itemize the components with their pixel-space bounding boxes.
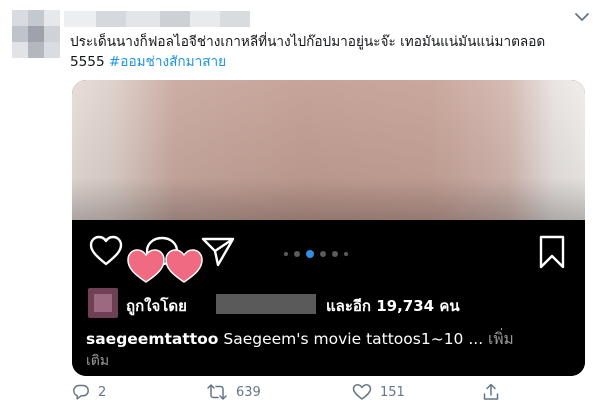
tweet-text-laugh: 5555 <box>70 54 109 70</box>
liked-by-count: และอีก 19,734 คน <box>326 297 460 315</box>
instagram-embed-panel: ถูกใจโดย และอีก 19,734 คน saegeemtattoo … <box>72 220 585 376</box>
reply-icon <box>73 384 89 400</box>
retweet-button[interactable]: 639 <box>206 378 261 406</box>
carousel-dot-active <box>306 250 314 258</box>
like-icon <box>352 384 372 400</box>
caption-username: saegeemtattoo <box>86 330 219 348</box>
liker-name-blurred <box>216 294 316 314</box>
hashtag-link[interactable]: #ออมช่างสักมาสาย <box>109 54 226 70</box>
instagram-caption: saegeemtattoo Saegeem's movie tattoos1~1… <box>86 326 576 351</box>
author-avatar[interactable] <box>12 10 60 58</box>
like-count: 151 <box>380 384 405 400</box>
share-up-icon <box>483 383 499 400</box>
liked-by-prefix: ถูกใจโดย <box>126 297 187 315</box>
retweet-count: 639 <box>236 384 261 400</box>
bookmark-icon <box>539 235 565 269</box>
author-name-blurred[interactable] <box>64 11 250 27</box>
caption-text: Saegeem's movie tattoos1~10 ... <box>218 330 489 348</box>
chevron-down-icon[interactable] <box>572 8 592 26</box>
reply-button[interactable]: 2 <box>72 378 106 406</box>
likes-row: ถูกใจโดย และอีก 19,734 คน <box>86 288 576 320</box>
heart-outline-icon <box>89 235 123 266</box>
tweet-text-line-1: ประเด็นนางก็ฟอลไอจีช่างเกาหลีที่นางไปก๊อ… <box>70 34 546 50</box>
tweet-text: ประเด็นนางก็ฟอลไอจีช่างเกาหลีที่นางไปก๊อ… <box>70 32 590 72</box>
caption-more-link: เพิ่ม <box>488 330 514 348</box>
tweet-actions: 2 639 151 <box>70 378 590 406</box>
tattoo-arm-photo <box>72 80 585 220</box>
tweet-text-line-2: 5555 #ออมช่างสักมาสาย <box>70 52 590 72</box>
share-tweet-button[interactable] <box>482 378 500 406</box>
media-image[interactable]: ถูกใจโดย และอีก 19,734 คน saegeemtattoo … <box>72 80 585 376</box>
caption-more-line2: เติม <box>86 353 110 369</box>
liker-avatar-blurred <box>88 288 118 318</box>
retweet-icon <box>207 384 227 400</box>
reply-count: 2 <box>98 384 107 400</box>
heart-sticker-icon <box>127 249 203 283</box>
like-button[interactable]: 151 <box>352 378 405 406</box>
